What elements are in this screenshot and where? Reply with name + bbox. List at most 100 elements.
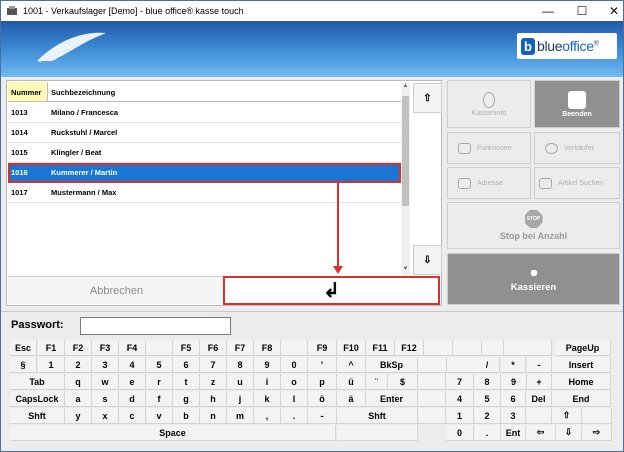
key-0-11[interactable]: F9: [308, 340, 337, 356]
key-4-9[interactable]: .: [281, 408, 308, 424]
key-1-0[interactable]: §: [10, 357, 37, 373]
cancel-button[interactable]: Abbrechen: [8, 276, 225, 304]
table-row[interactable]: 1014 Ruckstuhl / Marcel: [8, 123, 401, 143]
key-1-8[interactable]: 8: [227, 357, 254, 373]
artikel-suchen-button[interactable]: Artikel Suchen: [534, 167, 620, 199]
key-4-2[interactable]: x: [92, 408, 119, 424]
key-0-4[interactable]: F4: [119, 340, 146, 356]
key-5-6[interactable]: ⇩: [556, 425, 582, 441]
key-2-0[interactable]: Tab: [10, 374, 65, 390]
key-1-10[interactable]: 0: [281, 357, 308, 373]
key-0-6[interactable]: F5: [173, 340, 200, 356]
key-1-18[interactable]: -: [527, 357, 552, 373]
key-3-7[interactable]: j: [227, 391, 254, 407]
key-1-7[interactable]: 7: [200, 357, 227, 373]
key-4-6[interactable]: n: [200, 408, 227, 424]
key-2-4[interactable]: r: [146, 374, 173, 390]
key-2-11[interactable]: ü: [337, 374, 366, 390]
key-2-16[interactable]: 8: [474, 374, 501, 390]
key-1-3[interactable]: 3: [92, 357, 119, 373]
column-header-number[interactable]: Nummer: [8, 82, 48, 101]
key-0-12[interactable]: F10: [337, 340, 366, 356]
scroll-up-icon[interactable]: ▲: [402, 83, 409, 93]
key-4-13[interactable]: 1: [446, 408, 474, 424]
key-3-4[interactable]: f: [146, 391, 173, 407]
key-3-18[interactable]: End: [552, 391, 611, 407]
key-3-11[interactable]: ä: [337, 391, 366, 407]
key-4-14[interactable]: 2: [474, 408, 501, 424]
key-5-5[interactable]: ⇦: [526, 425, 556, 441]
grid-scrollbar[interactable]: ▲ ▼: [401, 82, 410, 276]
key-0-1[interactable]: F1: [38, 340, 65, 356]
key-3-9[interactable]: l: [281, 391, 308, 407]
key-2-7[interactable]: u: [227, 374, 254, 390]
key-3-2[interactable]: s: [92, 391, 119, 407]
stop-bei-anzahl-button[interactable]: STOP Stop bei Anzahl: [447, 202, 620, 249]
close-button[interactable]: ✕: [597, 1, 623, 21]
key-5-7[interactable]: ⇨: [582, 425, 612, 441]
maximize-button[interactable]: ☐: [565, 1, 599, 21]
column-header-name[interactable]: Suchbezeichnung: [48, 82, 401, 101]
key-4-4[interactable]: v: [146, 408, 173, 424]
minimize-button[interactable]: —: [531, 1, 565, 21]
key-2-1[interactable]: q: [65, 374, 92, 390]
key-3-0[interactable]: CapsLock: [10, 391, 65, 407]
funktionen-button[interactable]: Funktionen: [447, 132, 531, 164]
key-2-6[interactable]: z: [200, 374, 227, 390]
key-2-15[interactable]: 7: [446, 374, 474, 390]
key-4-1[interactable]: y: [65, 408, 92, 424]
scroll-down-icon[interactable]: ▼: [402, 266, 409, 276]
key-3-12[interactable]: Enter: [366, 391, 418, 407]
key-5-4[interactable]: Ent: [501, 425, 526, 441]
adresse-button[interactable]: Adresse: [447, 167, 531, 199]
key-2-13[interactable]: $: [388, 374, 418, 390]
kassieren-button[interactable]: Kassieren: [447, 253, 620, 305]
key-0-3[interactable]: F3: [92, 340, 119, 356]
key-2-12[interactable]: ¨: [366, 374, 388, 390]
kasseninfo-button[interactable]: Kasseninfo: [447, 80, 531, 128]
beenden-button[interactable]: Beenden: [534, 80, 620, 128]
key-0-9[interactable]: F8: [254, 340, 281, 356]
key-5-3[interactable]: .: [474, 425, 501, 441]
key-1-16[interactable]: /: [475, 357, 500, 373]
key-4-15[interactable]: 3: [501, 408, 526, 424]
key-2-10[interactable]: p: [308, 374, 337, 390]
key-1-5[interactable]: 5: [146, 357, 173, 373]
key-0-2[interactable]: F2: [65, 340, 92, 356]
key-4-5[interactable]: b: [173, 408, 200, 424]
key-4-3[interactable]: c: [119, 408, 146, 424]
scroll-thumb[interactable]: [402, 96, 409, 206]
key-1-2[interactable]: 2: [65, 357, 92, 373]
table-row[interactable]: 1016 Kummerer / Martin: [8, 163, 401, 183]
key-1-19[interactable]: Insert: [552, 357, 611, 373]
table-row[interactable]: 1015 Klingler / Beat: [8, 143, 401, 163]
key-3-14[interactable]: 4: [446, 391, 474, 407]
key-3-15[interactable]: 5: [474, 391, 501, 407]
key-1-6[interactable]: 6: [173, 357, 200, 373]
key-1-12[interactable]: ^: [337, 357, 366, 373]
key-3-16[interactable]: 6: [501, 391, 526, 407]
key-0-8[interactable]: F7: [227, 340, 254, 356]
key-4-8[interactable]: ,: [254, 408, 281, 424]
key-3-6[interactable]: h: [200, 391, 227, 407]
key-4-10[interactable]: -: [308, 408, 337, 424]
key-1-4[interactable]: 4: [119, 357, 146, 373]
table-row[interactable]: 1013 Milano / Francesca: [8, 103, 401, 123]
key-1-11[interactable]: ': [308, 357, 337, 373]
key-1-13[interactable]: BkSp: [366, 357, 418, 373]
key-3-1[interactable]: a: [65, 391, 92, 407]
verkaeufer-button[interactable]: Verkäufer: [534, 132, 620, 164]
page-down-button[interactable]: ⇩: [413, 245, 442, 275]
key-4-7[interactable]: m: [227, 408, 254, 424]
key-2-5[interactable]: t: [173, 374, 200, 390]
key-1-17[interactable]: *: [501, 357, 526, 373]
password-field[interactable]: [80, 317, 231, 335]
key-2-18[interactable]: +: [527, 374, 552, 390]
key-0-0[interactable]: Esc: [10, 340, 37, 356]
key-1-1[interactable]: 1: [38, 357, 65, 373]
key-0-19[interactable]: PageUp: [555, 340, 611, 356]
key-2-19[interactable]: Home: [552, 374, 611, 390]
confirm-enter-button[interactable]: ↲: [223, 276, 440, 305]
key-2-9[interactable]: o: [281, 374, 308, 390]
key-3-10[interactable]: ö: [308, 391, 337, 407]
